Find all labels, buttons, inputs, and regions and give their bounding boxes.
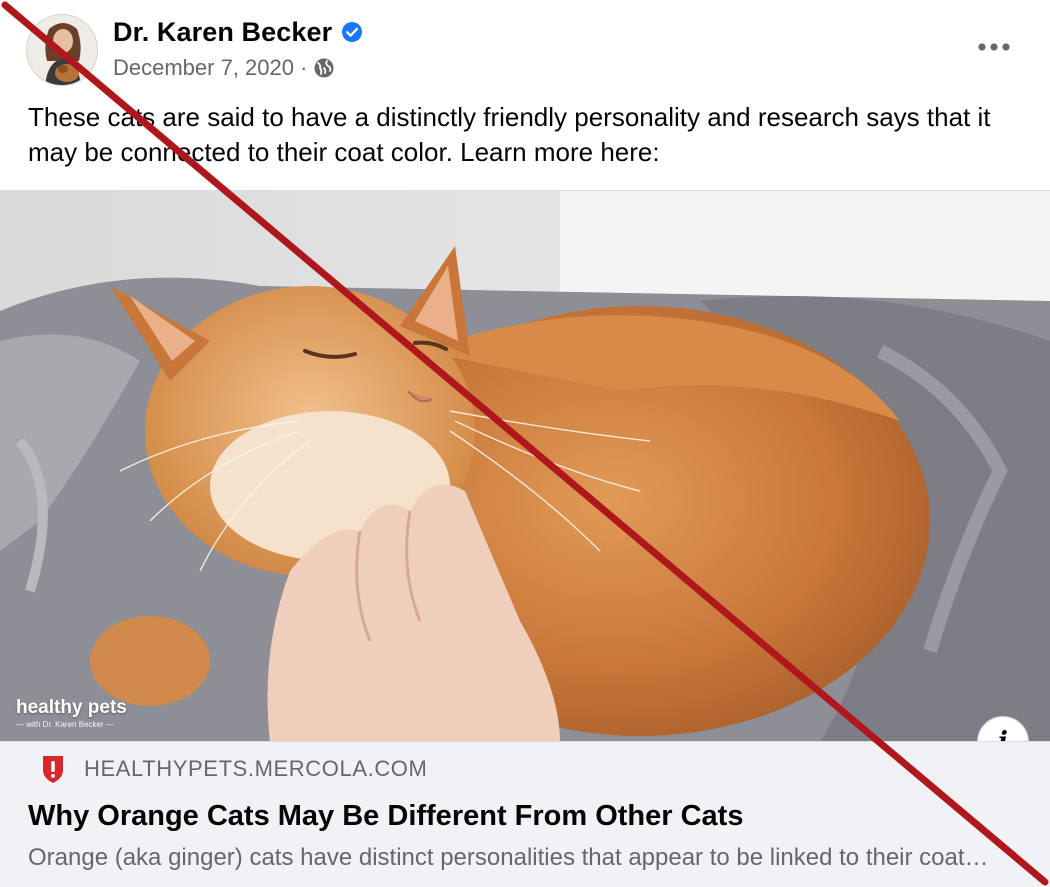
- avatar-image: [27, 15, 97, 85]
- info-icon: i: [998, 727, 1008, 741]
- shield-icon: [43, 756, 63, 783]
- author-row: Dr. Karen Becker: [113, 14, 363, 50]
- link-info-panel[interactable]: HEALTHYPETS.MERCOLA.COM Why Orange Cats …: [0, 741, 1050, 887]
- brand-watermark-subtext: — with Dr. Karen Becker —: [16, 720, 114, 729]
- meta-separator: ·: [300, 55, 308, 80]
- orange-cat-photo: [0, 191, 1050, 741]
- link-preview-image[interactable]: healthy pets — with Dr. Karen Becker — i: [0, 190, 1050, 741]
- post-header: Dr. Karen Becker December 7, 2020 ·: [0, 0, 1050, 100]
- link-domain: HEALTHYPETS.MERCOLA.COM: [84, 756, 428, 781]
- link-description: Orange (aka ginger) cats have distinct p…: [28, 844, 993, 871]
- facebook-post: Dr. Karen Becker December 7, 2020 · Thes…: [0, 0, 1050, 887]
- brand-watermark: healthy pets — with Dr. Karen Becker —: [16, 697, 127, 731]
- author-avatar[interactable]: [26, 14, 98, 86]
- brand-watermark-text: healthy pets: [16, 697, 127, 718]
- link-preview-card[interactable]: healthy pets — with Dr. Karen Becker — i…: [0, 190, 1050, 887]
- post-date[interactable]: December 7, 2020: [113, 55, 294, 81]
- globe-icon: [314, 58, 334, 78]
- author-name[interactable]: Dr. Karen Becker: [113, 17, 332, 48]
- link-domain-row: HEALTHYPETS.MERCOLA.COM: [40, 754, 427, 784]
- post-meta: December 7, 2020 ·: [113, 53, 335, 83]
- post-text: These cats are said to have a distinctly…: [28, 102, 991, 167]
- more-options-icon: [978, 43, 1010, 51]
- more-options-button[interactable]: [968, 30, 1020, 64]
- verified-badge-icon: [342, 22, 363, 42]
- link-title[interactable]: Why Orange Cats May Be Different From Ot…: [28, 800, 1028, 833]
